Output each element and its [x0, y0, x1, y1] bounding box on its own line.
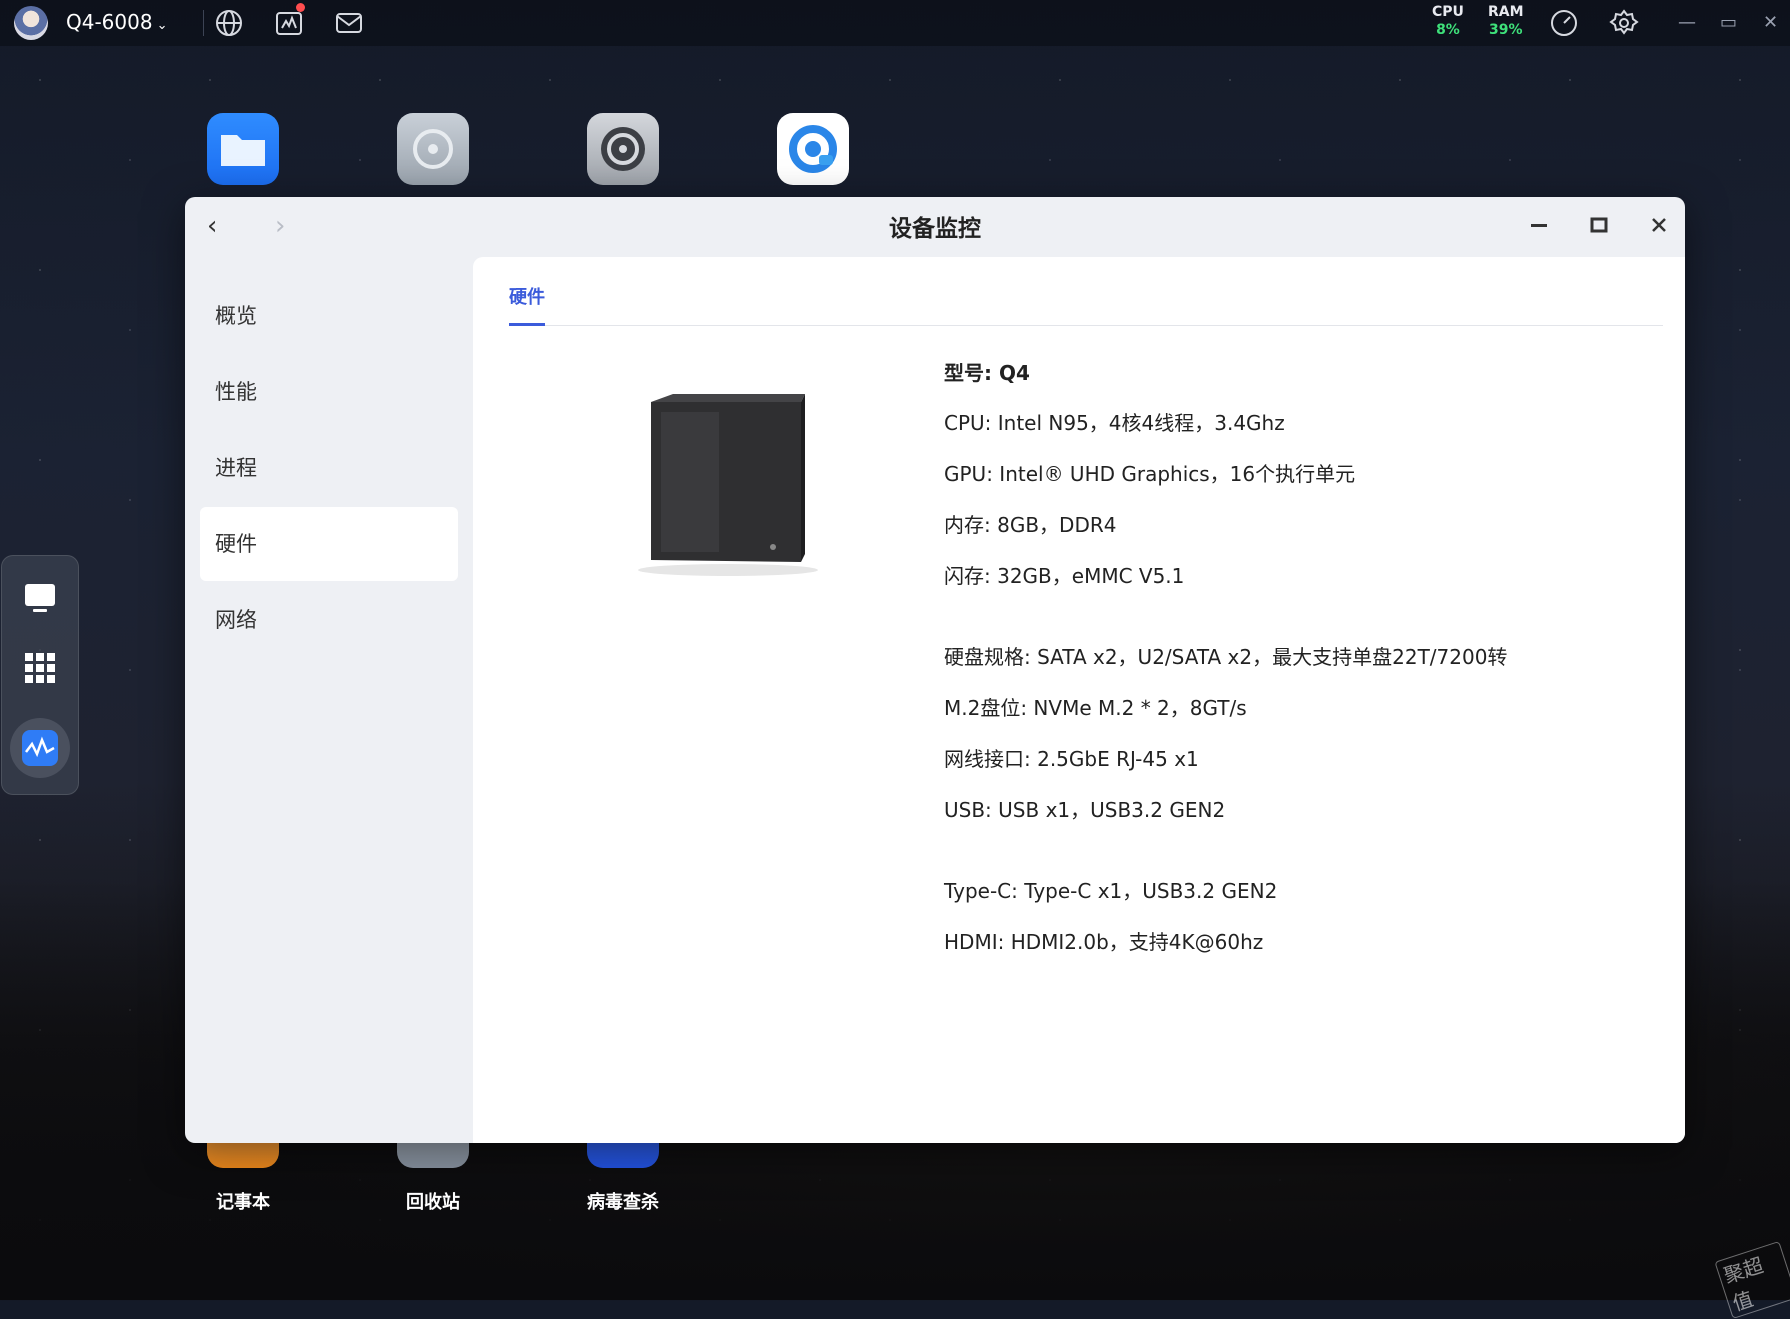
files-app-icon[interactable] — [207, 113, 279, 185]
chevron-down-icon: ⌄ — [156, 18, 168, 33]
desktop-icon[interactable] — [20, 578, 60, 618]
globe-icon[interactable] — [214, 9, 244, 37]
sidebar-item-network[interactable]: 网络 — [200, 583, 458, 657]
spec-disk: 硬盘规格: SATA x2，U2/SATA x2，最大支持单盘22T/7200转 — [944, 645, 1508, 669]
cpu-label: CPU — [1432, 4, 1464, 20]
spec-model: 型号: Q4 — [944, 361, 1030, 385]
close-icon[interactable]: ✕ — [1763, 12, 1778, 33]
recycle-bin-label: 回收站 — [406, 1192, 460, 1213]
spec-gpu: GPU: Intel® UHD Graphics，16个执行单元 — [944, 462, 1356, 486]
maximize-icon[interactable]: ▭ — [1720, 12, 1737, 33]
window-minimize-button[interactable] — [1525, 211, 1553, 239]
dock — [1, 555, 79, 795]
spec-memory: 内存: 8GB，DDR4 — [944, 513, 1117, 537]
spec-flash: 闪存: 32GB，eMMC V5.1 — [944, 564, 1185, 588]
sidebar: 概览 性能 进程 硬件 网络 — [185, 257, 473, 1143]
cpu-value: 8% — [1436, 22, 1460, 38]
spec-typec: Type-C: Type-C x1，USB3.2 GEN2 — [944, 879, 1278, 903]
window-title: 设备监控 — [889, 216, 981, 242]
device-image — [633, 382, 823, 582]
notepad-label: 记事本 — [216, 1192, 270, 1213]
spec-hdmi: HDMI: HDMI2.0b，支持4K@60hz — [944, 930, 1264, 954]
spec-m2: M.2盘位: NVMe M.2 * 2，8GT/s — [944, 696, 1247, 720]
window-maximize-button[interactable] — [1585, 211, 1613, 239]
sidebar-item-hardware[interactable]: 硬件 — [200, 507, 458, 581]
sidebar-item-overview[interactable]: 概览 — [200, 279, 458, 353]
tab-active-indicator — [509, 323, 545, 326]
divider — [203, 10, 204, 36]
minimize-icon[interactable]: — — [1678, 12, 1696, 33]
tab-divider — [509, 325, 1663, 326]
app-grid-icon[interactable] — [20, 648, 60, 688]
mail-icon[interactable] — [334, 9, 364, 37]
notification-badge — [296, 3, 305, 12]
settings-app-icon[interactable] — [587, 113, 659, 185]
hostname-menu[interactable]: Q4-6008 ⌄ — [66, 10, 168, 34]
browser-app-icon[interactable] — [777, 113, 849, 185]
gear-icon[interactable] — [1609, 9, 1639, 37]
content-panel: 硬件 型号: Q4 CPU: Intel N95，4核4线程，3.4Ghz GP… — [473, 257, 1685, 1143]
activity-icon[interactable] — [274, 3, 305, 37]
ram-value: 39% — [1489, 22, 1523, 38]
sidebar-item-performance[interactable]: 性能 — [200, 355, 458, 429]
sidebar-item-processes[interactable]: 进程 — [200, 431, 458, 505]
top-bar: Q4-6008 ⌄ CPU 8% RAM 39% — ▭ ✕ — [0, 0, 1790, 46]
spec-usb: USB: USB x1，USB3.2 GEN2 — [944, 798, 1226, 822]
speedometer-icon[interactable] — [1549, 9, 1579, 37]
tab-hardware[interactable]: 硬件 — [509, 283, 545, 309]
ram-usage: RAM 39% — [1488, 3, 1524, 39]
monitor-app-icon[interactable] — [10, 718, 70, 778]
window-close-button[interactable] — [1645, 211, 1673, 239]
avatar[interactable] — [14, 6, 48, 40]
antivirus-label: 病毒查杀 — [587, 1192, 659, 1213]
hostname: Q4-6008 — [66, 10, 153, 34]
device-monitor-window: ‹ › 设备监控 概览 性能 进程 硬件 网络 硬件 型号: Q4 CPU: I… — [185, 197, 1685, 1143]
cpu-usage: CPU 8% — [1432, 3, 1464, 39]
safe-app-icon[interactable] — [397, 113, 469, 185]
ram-label: RAM — [1488, 4, 1524, 20]
spec-ethernet: 网线接口: 2.5GbE RJ-45 x1 — [944, 747, 1199, 771]
spec-cpu: CPU: Intel N95，4核4线程，3.4Ghz — [944, 411, 1285, 435]
